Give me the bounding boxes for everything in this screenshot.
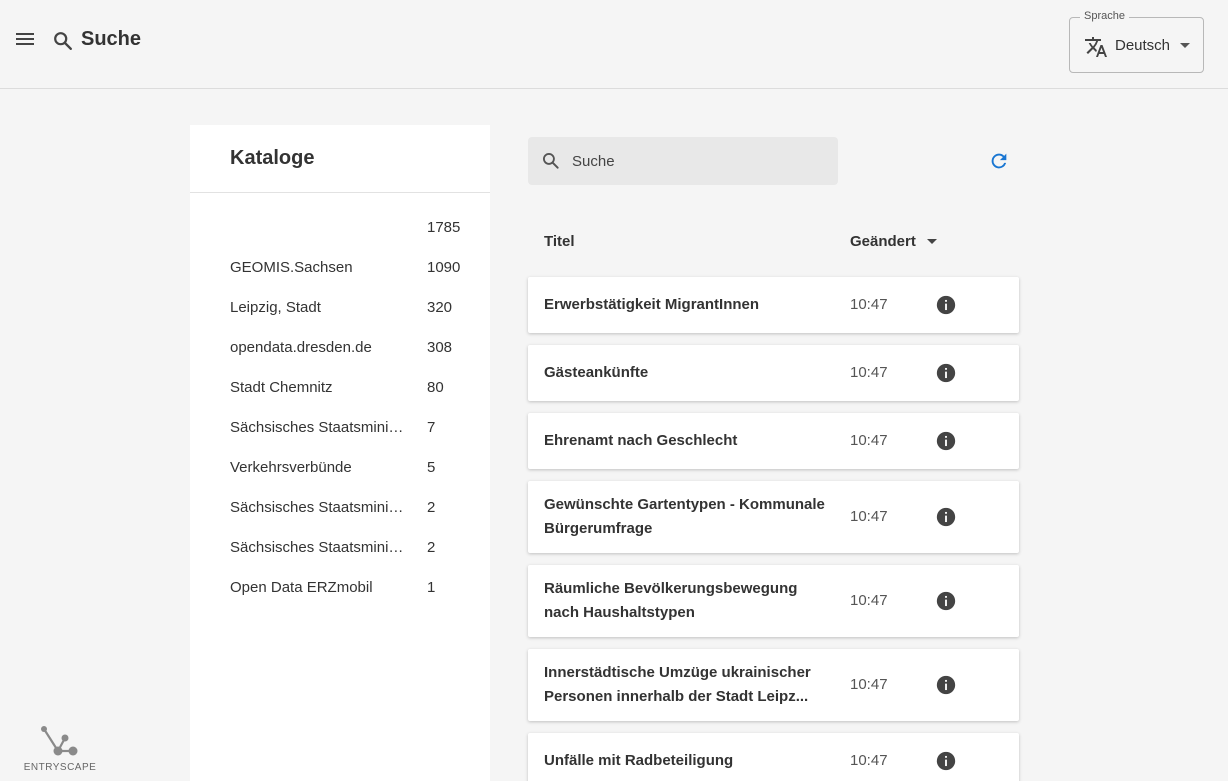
search-input[interactable] <box>572 149 822 173</box>
catalog-name: Sächsisches Staatsministerium <box>230 419 410 436</box>
catalog-count: 2 <box>427 539 436 556</box>
divider <box>190 192 490 193</box>
catalog-item[interactable]: GEOMIS.Sachsen 1090 <box>190 249 490 289</box>
catalog-count: 2 <box>427 499 436 516</box>
table-row[interactable]: Unfälle mit Radbeteiligung 10:47 <box>528 733 1019 781</box>
column-header-title[interactable]: Titel <box>544 233 575 250</box>
table-row[interactable]: Erwerbstätigkeit MigrantInnen 10:47 <box>528 277 1019 333</box>
catalog-name: Leipzig, Stadt <box>230 299 321 316</box>
app-header: Suche Sprache Deutsch <box>0 0 1228 89</box>
table-row[interactable]: Ehrenamt nach Geschlecht 10:47 <box>528 413 1019 469</box>
row-title: Räumliche Bevölkerungsbewegung nach Haus… <box>544 580 798 621</box>
table-row[interactable]: Gästeankünfte 10:47 <box>528 345 1019 401</box>
catalog-count: 1 <box>427 579 436 596</box>
translate-icon <box>1085 37 1107 57</box>
row-title: Erwerbstätigkeit MigrantInnen <box>544 296 760 313</box>
catalog-item[interactable]: Open Data ERZmobil 1 <box>190 569 490 609</box>
chevron-down-icon <box>1180 43 1190 48</box>
language-value: Deutsch <box>1115 37 1171 54</box>
logo-mark-icon <box>41 726 78 756</box>
language-select[interactable]: Sprache Deutsch <box>1069 10 1204 73</box>
sort-desc-icon[interactable] <box>927 239 937 244</box>
row-title: Unfälle mit Radbeteiligung <box>544 752 734 769</box>
row-title: Innerstädtische Umzüge ukrainischer Pers… <box>544 664 811 705</box>
row-title: Gästeankünfte <box>544 364 649 381</box>
catalog-panel: Kataloge 1785 GEOMIS.Sachsen 1090 Leipzi… <box>190 125 490 781</box>
row-time: 10:47 <box>850 364 888 381</box>
row-time: 10:47 <box>850 592 888 609</box>
catalog-count: 80 <box>427 379 444 396</box>
catalog-item[interactable]: Stadt Chemnitz 80 <box>190 369 490 409</box>
row-time: 10:47 <box>850 508 888 525</box>
catalog-count: 5 <box>427 459 436 476</box>
info-icon[interactable] <box>935 506 957 528</box>
row-title: Gewünschte Gartentypen - Kommunale Bürge… <box>544 496 825 537</box>
menu-icon[interactable] <box>14 30 36 50</box>
catalog-name: Stadt Chemnitz <box>230 379 333 396</box>
info-icon[interactable] <box>935 294 957 316</box>
catalog-item[interactable]: Verkehrsverbünde 5 <box>190 449 490 489</box>
catalog-name: Verkehrsverbünde <box>230 459 352 476</box>
info-icon[interactable] <box>935 430 957 452</box>
catalog-name: Sächsisches Staatsministerium <box>230 499 410 516</box>
catalog-count: 1090 <box>427 259 461 276</box>
catalog-count: 320 <box>427 299 453 316</box>
catalog-name: Sächsisches Staatsministerium <box>230 539 410 556</box>
row-title: Ehrenamt nach Geschlecht <box>544 432 738 449</box>
catalog-count: 1785 <box>427 219 461 236</box>
search-icon <box>543 153 559 169</box>
row-time: 10:47 <box>850 752 888 769</box>
row-time: 10:47 <box>850 432 888 449</box>
logo-text: ENTRYSCAPE <box>23 762 97 773</box>
catalog-item[interactable]: Sächsisches Staatsministerium 2 <box>190 489 490 529</box>
search-icon <box>54 32 72 50</box>
catalog-item[interactable]: opendata.dresden.de 308 <box>190 329 490 369</box>
info-icon[interactable] <box>935 674 957 696</box>
catalog-item[interactable]: Sächsisches Staatsministerium 2 <box>190 529 490 569</box>
catalog-name: Open Data ERZmobil <box>230 579 373 596</box>
info-icon[interactable] <box>935 590 957 612</box>
column-header-changed[interactable]: Geändert <box>850 233 916 250</box>
page-title: Suche <box>81 28 142 50</box>
catalog-title: Kataloge <box>230 147 315 169</box>
entryscape-logo: ENTRYSCAPE <box>22 724 98 774</box>
catalog-name: opendata.dresden.de <box>230 339 372 356</box>
table-row[interactable]: Räumliche Bevölkerungsbewegung nach Haus… <box>528 565 1019 637</box>
info-icon[interactable] <box>935 362 957 384</box>
catalog-list: 1785 GEOMIS.Sachsen 1090 Leipzig, Stadt … <box>190 209 490 609</box>
row-time: 10:47 <box>850 676 888 693</box>
catalog-count: 7 <box>427 419 436 436</box>
info-icon[interactable] <box>935 750 957 772</box>
catalog-count: 308 <box>427 339 453 356</box>
refresh-icon[interactable] <box>988 150 1010 172</box>
catalog-item[interactable]: Sächsisches Staatsministerium 7 <box>190 409 490 449</box>
language-select-label: Sprache <box>1080 10 1129 22</box>
catalog-item[interactable]: Leipzig, Stadt 320 <box>190 289 490 329</box>
row-time: 10:47 <box>850 296 888 313</box>
catalog-item-all[interactable]: 1785 <box>190 209 490 249</box>
table-row[interactable]: Innerstädtische Umzüge ukrainischer Pers… <box>528 649 1019 721</box>
table-row[interactable]: Gewünschte Gartentypen - Kommunale Bürge… <box>528 481 1019 553</box>
search-box <box>528 137 838 185</box>
catalog-name: GEOMIS.Sachsen <box>230 259 353 276</box>
